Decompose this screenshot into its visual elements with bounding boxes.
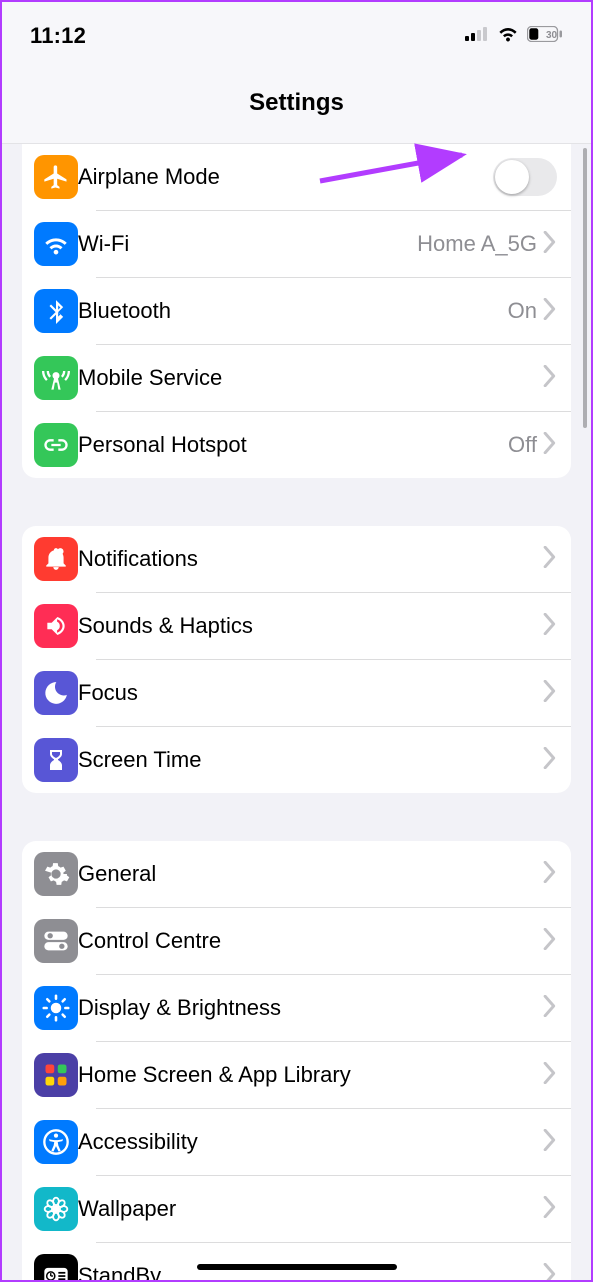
home-indicator[interactable] xyxy=(197,1264,397,1270)
gear-icon xyxy=(34,852,78,896)
chevron-right-icon xyxy=(543,1263,557,1281)
mobile-label: Mobile Service xyxy=(78,365,543,391)
battery-icon: 30 xyxy=(527,26,563,47)
airplane-label: Airplane Mode xyxy=(78,164,493,190)
chevron-right-icon xyxy=(543,365,557,392)
settings-row-standby[interactable]: StandBy xyxy=(22,1243,571,1280)
settings-group: Airplane ModeWi-FiHome A_5GBluetoothOnMo… xyxy=(22,144,571,478)
sounds-label: Sounds & Haptics xyxy=(78,613,543,639)
settings-row-general[interactable]: General xyxy=(22,841,571,907)
status-bar: 11:12 30 xyxy=(2,2,591,62)
bluetooth-icon xyxy=(34,289,78,333)
wallpaper-label: Wallpaper xyxy=(78,1196,543,1222)
settings-row-wifi[interactable]: Wi-FiHome A_5G xyxy=(22,211,571,277)
settings-row-controlcentre[interactable]: Control Centre xyxy=(22,908,571,974)
bluetooth-label: Bluetooth xyxy=(78,298,508,324)
settings-row-airplane[interactable]: Airplane Mode xyxy=(22,144,571,210)
settings-row-accessibility[interactable]: Accessibility xyxy=(22,1109,571,1175)
group-gap xyxy=(22,478,571,526)
chevron-right-icon xyxy=(543,298,557,325)
antenna-icon xyxy=(34,356,78,400)
settings-row-homescreen[interactable]: Home Screen & App Library xyxy=(22,1042,571,1108)
settings-row-focus[interactable]: Focus xyxy=(22,660,571,726)
airplane-toggle[interactable] xyxy=(493,158,557,196)
settings-row-display[interactable]: Display & Brightness xyxy=(22,975,571,1041)
settings-row-hotspot[interactable]: Personal HotspotOff xyxy=(22,412,571,478)
screentime-label: Screen Time xyxy=(78,747,543,773)
airplane-icon xyxy=(34,155,78,199)
settings-row-mobile[interactable]: Mobile Service xyxy=(22,345,571,411)
settings-row-wallpaper[interactable]: Wallpaper xyxy=(22,1176,571,1242)
sun-icon xyxy=(34,986,78,1030)
settings-row-sounds[interactable]: Sounds & Haptics xyxy=(22,593,571,659)
chevron-right-icon xyxy=(543,1129,557,1156)
bluetooth-value: On xyxy=(508,298,537,324)
switches-icon xyxy=(34,919,78,963)
settings-row-bluetooth[interactable]: BluetoothOn xyxy=(22,278,571,344)
status-indicators: 30 xyxy=(465,26,563,47)
wifi-status-icon xyxy=(497,26,519,47)
moon-icon xyxy=(34,671,78,715)
focus-label: Focus xyxy=(78,680,543,706)
accessibility-icon xyxy=(34,1120,78,1164)
svg-text:30: 30 xyxy=(546,30,558,41)
hotspot-value: Off xyxy=(508,432,537,458)
chevron-right-icon xyxy=(543,928,557,955)
cellular-signal-icon xyxy=(465,27,489,46)
bell-icon xyxy=(34,537,78,581)
speaker-icon xyxy=(34,604,78,648)
status-time: 11:12 xyxy=(30,23,86,49)
page-title: Settings xyxy=(249,89,344,117)
chevron-right-icon xyxy=(543,680,557,707)
link-icon xyxy=(34,423,78,467)
general-label: General xyxy=(78,861,543,887)
chevron-right-icon xyxy=(543,1196,557,1223)
chevron-right-icon xyxy=(543,861,557,888)
wifi-icon xyxy=(34,222,78,266)
flower-icon xyxy=(34,1187,78,1231)
chevron-right-icon xyxy=(543,231,557,258)
settings-group: Notifications Sounds & Haptics Focus Screen… xyxy=(22,526,571,793)
controlcentre-label: Control Centre xyxy=(78,928,543,954)
display-label: Display & Brightness xyxy=(78,995,543,1021)
chevron-right-icon xyxy=(543,613,557,640)
chevron-right-icon xyxy=(543,432,557,459)
chevron-right-icon xyxy=(543,747,557,774)
wifi-label: Wi-Fi xyxy=(78,231,417,257)
apps-icon xyxy=(34,1053,78,1097)
page-header: Settings xyxy=(2,62,591,144)
notifications-label: Notifications xyxy=(78,546,543,572)
settings-row-screentime[interactable]: Screen Time xyxy=(22,727,571,793)
scroll-indicator xyxy=(583,148,587,428)
accessibility-label: Accessibility xyxy=(78,1129,543,1155)
wifi-value: Home A_5G xyxy=(417,231,537,257)
chevron-right-icon xyxy=(543,1062,557,1089)
hourglass-icon xyxy=(34,738,78,782)
settings-row-notifications[interactable]: Notifications xyxy=(22,526,571,592)
settings-content[interactable]: Airplane ModeWi-FiHome A_5GBluetoothOnMo… xyxy=(2,144,591,1280)
homescreen-label: Home Screen & App Library xyxy=(78,1062,543,1088)
chevron-right-icon xyxy=(543,995,557,1022)
settings-group: General Control Centre Display & Brightnes… xyxy=(22,841,571,1280)
chevron-right-icon xyxy=(543,546,557,573)
hotspot-label: Personal Hotspot xyxy=(78,432,508,458)
clock-icon xyxy=(34,1254,78,1280)
group-gap xyxy=(22,793,571,841)
